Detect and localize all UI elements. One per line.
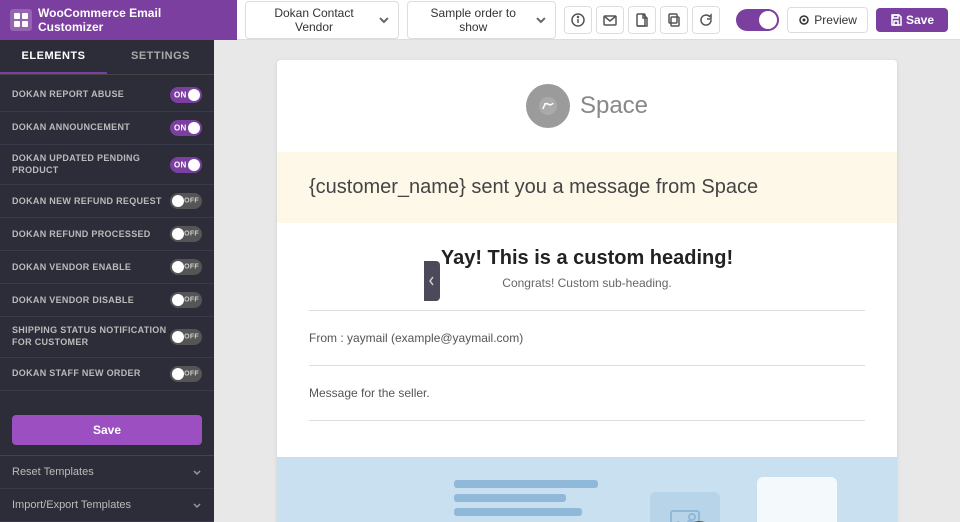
document-icon-btn[interactable]: [628, 6, 656, 34]
toggle-dokan-vendor-enable[interactable]: OFF: [170, 259, 202, 275]
logo-text: Space: [580, 92, 648, 120]
toggle-dokan-updated-pending[interactable]: ON: [170, 157, 202, 173]
item-label: DOKAN REPORT ABUSE: [12, 89, 124, 101]
sidebar-list: DOKAN REPORT ABUSE ON DOKAN ANNOUNCEMENT…: [0, 75, 214, 405]
item-label: DOKAN UPDATED PENDING PRODUCT: [12, 153, 170, 176]
content-area: Space {customer_name} sent you a message…: [214, 40, 960, 522]
email-divider3: [309, 420, 865, 421]
refresh-icon-btn[interactable]: [692, 6, 720, 34]
item-label: DOKAN ANNOUNCEMENT: [12, 122, 130, 134]
info-icon-btn[interactable]: [564, 6, 592, 34]
sidebar: ELEMENTS SETTINGS DOKAN REPORT ABUSE ON …: [0, 40, 214, 522]
toggle-dokan-report-abuse[interactable]: ON: [170, 87, 202, 103]
sidebar-item-dokan-vendor-enable[interactable]: DOKAN VENDOR ENABLE OFF: [0, 251, 214, 284]
toggle-shipping-status[interactable]: OFF: [170, 329, 202, 345]
email-message-field: Message for the seller.: [309, 378, 865, 408]
sidebar-item-dokan-announcement[interactable]: DOKAN ANNOUNCEMENT ON: [0, 112, 214, 145]
email-from-field: From : yaymail (example@yaymail.com): [309, 323, 865, 353]
sidebar-item-dokan-staff-new-order[interactable]: DOKAN STAFF NEW ORDER OFF: [0, 358, 214, 391]
email-icon-btn[interactable]: [596, 6, 624, 34]
toggle-dokan-announcement[interactable]: ON: [170, 120, 202, 136]
topbar: WooCommerce Email Customizer Dokan Conta…: [0, 0, 960, 40]
brand-label: WooCommerce Email Customizer: [38, 6, 227, 34]
sidebar-item-shipping-status[interactable]: SHIPPING STATUS NOTIFICATION FOR CUSTOME…: [0, 317, 214, 357]
sidebar-tabs: ELEMENTS SETTINGS: [0, 40, 214, 75]
copy-icon-btn[interactable]: [660, 6, 688, 34]
brand-icon: [10, 9, 32, 31]
sidebar-item-dokan-report-abuse[interactable]: DOKAN REPORT ABUSE ON: [0, 79, 214, 112]
sidebar-item-dokan-new-refund[interactable]: DOKAN NEW REFUND REQUEST OFF: [0, 185, 214, 218]
sidebar-collapse-handle[interactable]: [424, 261, 440, 301]
reset-templates-item[interactable]: Reset Templates: [0, 456, 214, 489]
email-banner-text: {customer_name} sent you a message from …: [309, 176, 865, 199]
image-placeholder: [650, 492, 720, 522]
item-label: DOKAN REFUND PROCESSED: [12, 229, 151, 241]
toggle-dokan-staff-new-order[interactable]: OFF: [170, 366, 202, 382]
email-banner: {customer_name} sent you a message from …: [277, 152, 897, 223]
sidebar-save-area: Save: [0, 405, 214, 455]
email-preview: Space {customer_name} sent you a message…: [277, 60, 897, 522]
logo-icon: [526, 84, 570, 128]
item-label: SHIPPING STATUS NOTIFICATION FOR CUSTOME…: [12, 325, 170, 348]
email-subheading: Congrats! Custom sub-heading.: [309, 276, 865, 290]
email-divider: [309, 310, 865, 311]
brand-logo: WooCommerce Email Customizer: [0, 0, 237, 40]
sidebar-item-dokan-vendor-disable[interactable]: DOKAN VENDOR DISABLE OFF: [0, 284, 214, 317]
topbar-action-icons: [564, 6, 720, 34]
tab-elements[interactable]: ELEMENTS: [0, 40, 107, 74]
email-type-dropdown[interactable]: Dokan Contact Vendor: [245, 1, 398, 39]
item-label: DOKAN VENDOR ENABLE: [12, 262, 131, 274]
save-button[interactable]: Save: [876, 8, 948, 32]
sidebar-footer: Reset Templates Import/Export Templates: [0, 455, 214, 522]
toggle-dokan-refund-processed[interactable]: OFF: [170, 226, 202, 242]
sidebar-item-dokan-refund-processed[interactable]: DOKAN REFUND PROCESSED OFF: [0, 218, 214, 251]
item-label: DOKAN NEW REFUND REQUEST: [12, 196, 162, 208]
email-logo: Space: [526, 84, 648, 128]
toggle-dokan-new-refund[interactable]: OFF: [170, 193, 202, 209]
tab-settings[interactable]: SETTINGS: [107, 40, 214, 74]
email-heading: Yay! This is a custom heading!: [309, 247, 865, 270]
email-header: Space: [277, 60, 897, 152]
email-body: Yay! This is a custom heading! Congrats!…: [277, 223, 897, 457]
item-label: DOKAN VENDOR DISABLE: [12, 295, 134, 307]
sample-order-dropdown[interactable]: Sample order to show: [407, 1, 556, 39]
toggle-dokan-vendor-disable[interactable]: OFF: [170, 292, 202, 308]
preview-toggle[interactable]: [736, 9, 780, 31]
email-divider2: [309, 365, 865, 366]
sidebar-save-button[interactable]: Save: [12, 415, 202, 445]
main-layout: ELEMENTS SETTINGS DOKAN REPORT ABUSE ON …: [0, 40, 960, 522]
email-image-block: [277, 457, 897, 522]
import-export-item[interactable]: Import/Export Templates: [0, 489, 214, 522]
preview-button[interactable]: Preview: [787, 7, 868, 33]
card-decoration: [757, 477, 837, 522]
sidebar-item-dokan-updated-pending[interactable]: DOKAN UPDATED PENDING PRODUCT ON: [0, 145, 214, 185]
item-label: DOKAN STAFF NEW ORDER: [12, 368, 141, 380]
